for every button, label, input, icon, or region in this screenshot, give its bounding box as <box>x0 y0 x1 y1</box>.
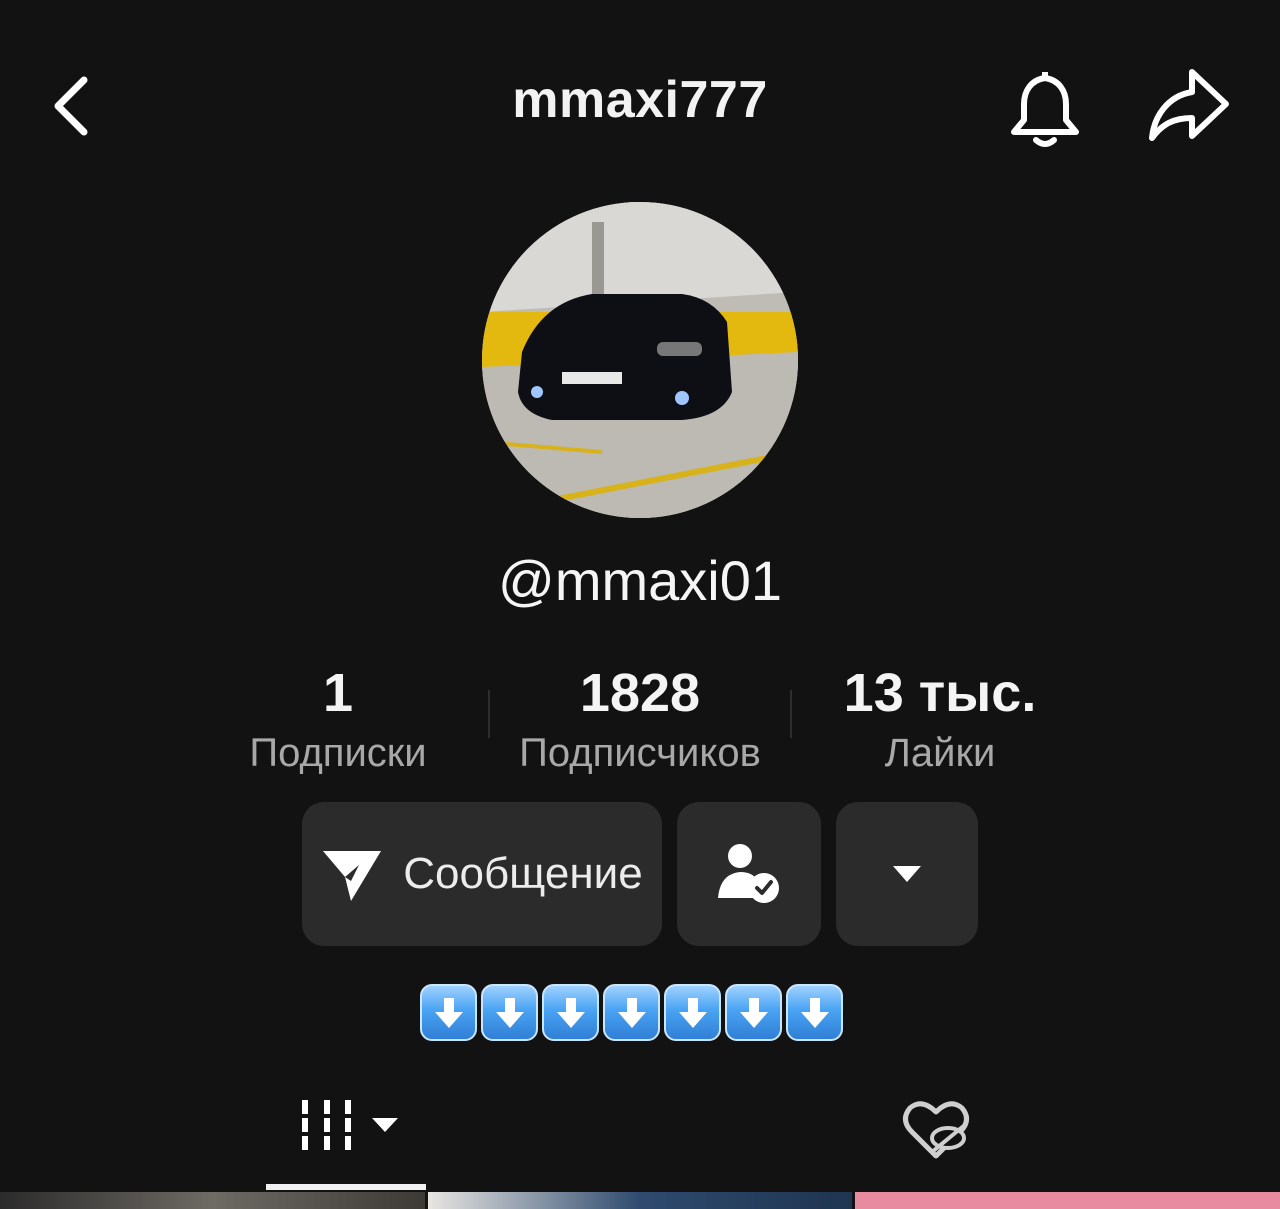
profile-handle: @mmaxi01 <box>497 549 783 612</box>
grid-bars-icon <box>302 1100 398 1150</box>
stat-likes-value: 13 тыс. <box>843 663 1037 723</box>
tab-videos[interactable] <box>266 1080 426 1188</box>
message-button[interactable]: Сообщение <box>302 802 662 946</box>
stat-divider <box>790 690 792 738</box>
stat-followers-value: 1828 <box>579 663 701 723</box>
stat-divider <box>488 690 490 738</box>
stat-following-label: Подписки <box>249 731 427 775</box>
down-arrow-emoji-icon <box>664 984 721 1041</box>
bio-emoji-arrows <box>420 984 843 1044</box>
message-button-label: Сообщение <box>403 849 643 898</box>
notification-bell-button[interactable] <box>1000 62 1090 152</box>
caret-down-icon <box>372 1118 398 1132</box>
avatar[interactable] <box>482 202 798 518</box>
share-button[interactable] <box>1140 62 1236 152</box>
user-check-icon <box>718 844 779 903</box>
down-arrow-emoji-icon <box>786 984 843 1041</box>
stat-followers-label: Подписчиков <box>519 731 761 775</box>
video-grid-preview <box>0 1192 1280 1209</box>
avatar-car-photo <box>482 202 798 518</box>
stat-following[interactable]: 1 Подписки <box>220 662 456 778</box>
tab-liked[interactable] <box>866 1080 1006 1188</box>
video-thumbnail[interactable] <box>855 1192 1280 1209</box>
following-status-button[interactable] <box>677 802 821 946</box>
stat-following-value: 1 <box>322 663 354 723</box>
stat-followers[interactable]: 1828 Подписчиков <box>492 662 788 778</box>
video-thumbnail[interactable] <box>428 1192 852 1209</box>
active-tab-indicator <box>266 1184 426 1190</box>
more-options-button[interactable] <box>836 802 978 946</box>
share-arrow-icon <box>1149 69 1229 141</box>
bell-icon <box>1011 72 1079 147</box>
stat-likes[interactable]: 13 тыс. Лайки <box>820 662 1060 778</box>
send-icon <box>323 851 382 901</box>
video-thumbnail[interactable] <box>0 1192 425 1209</box>
down-arrow-emoji-icon <box>481 984 538 1041</box>
caret-down-icon <box>893 866 921 882</box>
down-arrow-emoji-icon <box>420 984 477 1041</box>
down-arrow-emoji-icon <box>725 984 782 1041</box>
heart-hidden-icon <box>903 1101 969 1159</box>
stat-likes-label: Лайки <box>884 731 996 775</box>
down-arrow-emoji-icon <box>603 984 660 1041</box>
down-arrow-emoji-icon <box>542 984 599 1041</box>
